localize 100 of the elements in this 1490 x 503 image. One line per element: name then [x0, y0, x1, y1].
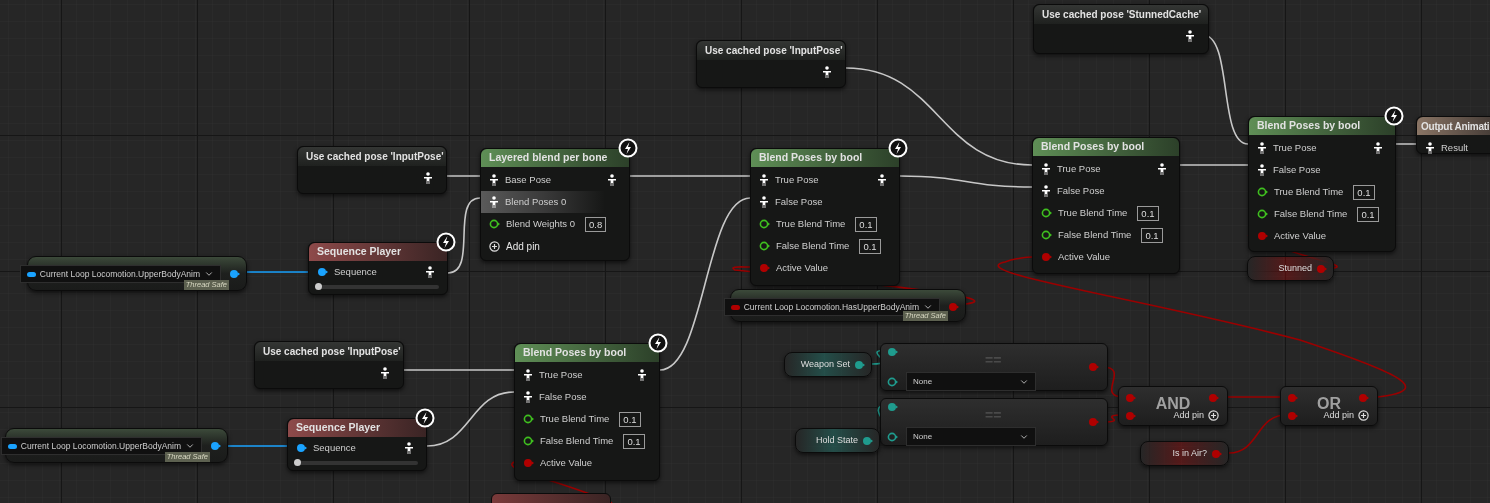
bool-pin-icon[interactable]	[523, 458, 534, 468]
enum-pin-icon[interactable]	[887, 402, 898, 412]
float-pin-icon[interactable]	[1041, 230, 1052, 240]
pin-label: True Blend Time	[1058, 205, 1128, 220]
float-pin-icon[interactable]	[1257, 209, 1268, 219]
enum-dropdown[interactable]: None	[906, 427, 1036, 446]
value-field[interactable]: 0.1	[623, 433, 645, 449]
graph-node[interactable]: Use cached pose 'InputPose'	[297, 146, 447, 194]
variable-label: Hold State	[815, 433, 858, 447]
pin-label: Active Value	[1274, 228, 1327, 243]
graph-node[interactable]: Blend Poses by bool True Pose False Pose True Blend Time 0.1 False Blend Time 0.1 Active Value	[1032, 137, 1180, 274]
graph-node[interactable]: Output Animati Result	[1416, 116, 1490, 154]
node-header: Output Animati	[1417, 117, 1490, 135]
value-field[interactable]: 0.1	[1137, 205, 1159, 221]
graph-node[interactable]: Use cached pose 'InputPose'	[254, 341, 404, 389]
pin-label: Base Pose	[505, 172, 551, 187]
enum-pin-icon[interactable]	[887, 347, 898, 357]
bool-pin-icon[interactable]	[1041, 252, 1052, 262]
pin-label: True Blend Time	[540, 411, 610, 426]
graph-node[interactable]: AND Add pin	[1118, 386, 1228, 426]
pin-label: False Pose	[1057, 183, 1105, 198]
graph-node[interactable]: Use cached pose 'InputPose'	[696, 40, 846, 88]
sequence-pin-icon[interactable]	[317, 267, 328, 277]
graph-node[interactable]: None ==	[880, 343, 1108, 391]
pin-label: Active Value	[540, 455, 593, 470]
pin-label: True Pose	[775, 172, 819, 187]
node-header: Blend Poses by bool	[1033, 138, 1179, 156]
float-pin-icon[interactable]	[759, 241, 770, 251]
float-pin-icon[interactable]	[759, 219, 770, 229]
node-header: Use cached pose 'InputPose'	[298, 147, 446, 166]
graph-node[interactable]: Sequence Player Sequence	[287, 418, 427, 471]
variable-label: Is in Air?	[1172, 446, 1207, 460]
graph-node[interactable]: Use cached pose 'StunnedCache'	[1033, 4, 1209, 54]
variable-node[interactable]: Weapon Set	[784, 352, 872, 377]
float-pin-icon[interactable]	[523, 414, 534, 424]
pin-type-icon	[7, 443, 17, 449]
pin-label: True Blend Time	[1274, 184, 1344, 199]
pin-label: Blend Poses 0	[505, 194, 567, 209]
variable-label: Weapon Set	[800, 357, 850, 371]
chevron-icon	[185, 441, 195, 451]
pin-label: Sequence	[313, 440, 356, 455]
add-pin-icon[interactable]	[489, 240, 500, 252]
pin-label: True Pose	[1057, 161, 1101, 176]
value-field[interactable]: 0.1	[1357, 206, 1379, 222]
node-header: Sequence Player	[288, 419, 426, 437]
wire	[1395, 143, 1417, 145]
enum-dropdown[interactable]: None	[906, 372, 1036, 391]
chevron-icon	[204, 269, 214, 279]
value-field[interactable]: 0.1	[1141, 227, 1163, 243]
value-field[interactable]: 0.1	[619, 411, 641, 427]
graph-node[interactable]: None ==	[880, 398, 1108, 446]
float-pin-icon[interactable]	[489, 219, 500, 229]
graph-node[interactable]: Blend Poses by bool True Pose False Pose True Blend Time 0.1 False Blend Time 0.1 Active Value	[750, 148, 900, 286]
float-pin-icon[interactable]	[523, 436, 534, 446]
pin-type-icon	[26, 271, 36, 277]
property-dropdown[interactable]: Current Loop Locomotion.UpperBodyAnim	[19, 265, 221, 283]
pin-label: False Blend Time	[1274, 206, 1348, 221]
variable-node[interactable]: Stunned	[1247, 256, 1334, 281]
value-field[interactable]: 0.1	[1353, 184, 1375, 200]
enum-pin-icon[interactable]	[887, 431, 898, 442]
add-pin-icon[interactable]	[1208, 409, 1219, 421]
value-field[interactable]: 0.1	[855, 216, 877, 232]
output-pin-icon[interactable]	[854, 359, 865, 370]
value-field[interactable]: 0.1	[859, 238, 881, 254]
node-header: Blend Poses by bool	[751, 149, 899, 167]
add-pin-icon[interactable]	[1358, 409, 1369, 421]
property-dropdown[interactable]: Current Loop Locomotion.UpperBodyAnim	[0, 437, 202, 455]
pin-label: Add pin	[506, 239, 540, 254]
sequence-pin-icon[interactable]	[296, 443, 307, 453]
wire	[227, 445, 288, 447]
wire	[1179, 164, 1249, 166]
variable-node[interactable]: Is in Air?	[1140, 441, 1229, 466]
pin-label: False Blend Time	[1058, 227, 1132, 242]
slider-thumb[interactable]	[294, 459, 301, 466]
value-field[interactable]: 0.8	[585, 216, 607, 232]
pin-label: Result	[1441, 140, 1468, 155]
graph-node[interactable]: Blend Poses by bool True Pose False Pose True Blend Time 0.1 False Blend Time 0.1 Active Value	[514, 343, 660, 481]
node-header: Blend Poses by bool	[515, 344, 659, 362]
graph-node[interactable]: Layered blend per bone Base Pose Blend Poses 0 Blend Weights 0 0.8 Add pin	[480, 148, 630, 261]
graph-node[interactable]: Sequence Player Sequence	[308, 242, 448, 295]
bool-pin-icon[interactable]	[1257, 231, 1268, 241]
output-pin-icon[interactable]	[210, 441, 221, 451]
bool-pin-icon[interactable]	[759, 263, 770, 273]
node-header: Use cached pose 'StunnedCache'	[1034, 5, 1208, 24]
node-header: Use cached pose 'InputPose'	[255, 342, 403, 361]
float-pin-icon[interactable]	[1041, 208, 1052, 218]
pin-label: Active Value	[1058, 249, 1111, 264]
pin-label: True Blend Time	[776, 216, 846, 231]
pin-label: True Pose	[1273, 140, 1317, 155]
graph-node[interactable]: Blend Poses by bool True Pose False Pose True Blend Time 0.1 False Blend Time 0.1 Active Value	[1248, 116, 1396, 252]
pin-label: False Pose	[1273, 162, 1321, 177]
variable-node[interactable]: Hold State	[795, 428, 880, 453]
float-pin-icon[interactable]	[1257, 187, 1268, 197]
slider-thumb[interactable]	[315, 283, 322, 290]
graph-node[interactable]: OR Add pin	[1280, 386, 1378, 426]
enum-pin-icon[interactable]	[887, 376, 898, 387]
output-pin-icon[interactable]	[229, 269, 240, 279]
node-header: Layered blend per bone	[481, 149, 629, 167]
variable-label: Stunned	[1278, 261, 1312, 275]
output-pin-icon[interactable]	[862, 435, 873, 446]
